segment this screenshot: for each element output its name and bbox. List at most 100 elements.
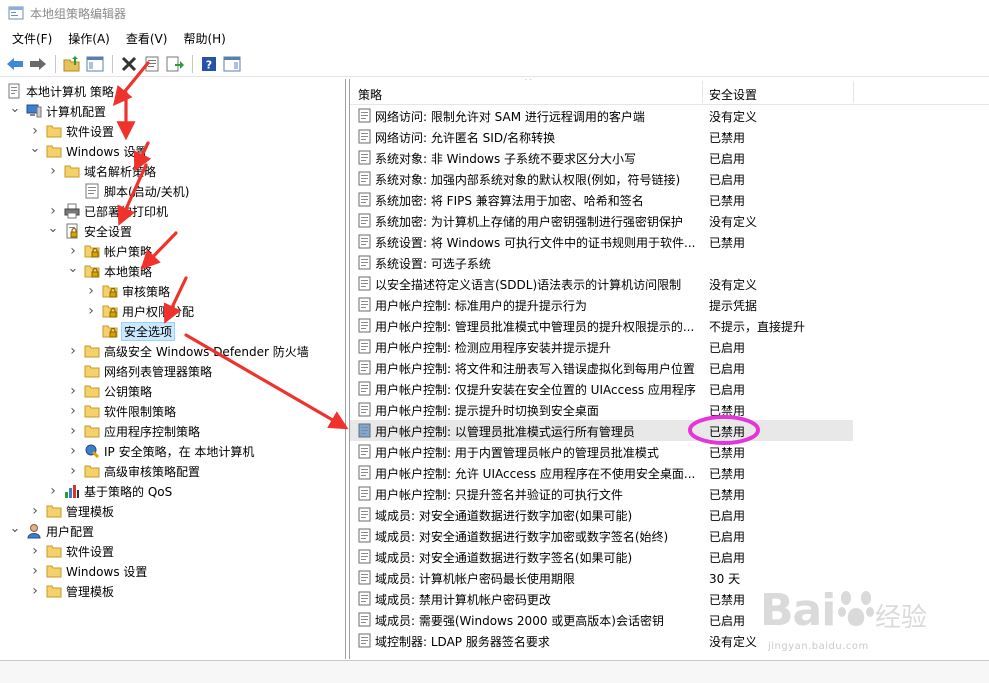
- tree-item[interactable]: › 基于策略的 QoS: [46, 481, 172, 501]
- back-button[interactable]: [4, 53, 26, 75]
- column-divider[interactable]: [702, 81, 703, 103]
- delete-button[interactable]: [118, 53, 140, 75]
- collapsed-chevron-icon[interactable]: ›: [46, 163, 60, 179]
- tree-item[interactable]: ⌄ Windows 设置: [28, 141, 148, 161]
- folder-icon: [46, 545, 62, 558]
- tree-item[interactable]: 本地计算机 策略: [6, 81, 114, 101]
- collapsed-chevron-icon[interactable]: ›: [46, 203, 60, 219]
- collapsed-chevron-icon[interactable]: ›: [28, 543, 42, 559]
- collapsed-chevron-icon[interactable]: ›: [84, 283, 98, 299]
- tree-item-label: 脚本(启动/关机): [104, 184, 190, 199]
- tree-item[interactable]: › 管理模板: [28, 581, 114, 601]
- up-folder-button[interactable]: [61, 53, 83, 75]
- tree-item[interactable]: ⌄ 用户配置: [8, 521, 94, 541]
- tree-item[interactable]: 安全选项: [84, 321, 176, 341]
- expanded-chevron-icon[interactable]: ⌄: [46, 221, 60, 236]
- policy-row[interactable]: 用户帐户控制: 只提升签名并验证的可执行文件 已禁用: [350, 483, 853, 504]
- tree-item[interactable]: › 高级安全 Windows Defender 防火墙: [66, 341, 309, 361]
- policy-row[interactable]: 系统设置: 将 Windows 可执行文件中的证书规则用于软件... 已禁用: [350, 231, 853, 252]
- tree-item-label: 帐户策略: [104, 244, 153, 259]
- collapsed-chevron-icon[interactable]: ›: [46, 483, 60, 499]
- collapsed-chevron-icon[interactable]: ›: [66, 243, 80, 259]
- tree-item[interactable]: › Windows 设置: [28, 561, 147, 581]
- export-list-button[interactable]: [164, 53, 186, 75]
- policy-row[interactable]: 系统加密: 将 FIPS 兼容算法用于加密、哈希和签名 已禁用: [350, 189, 853, 210]
- policy-row[interactable]: 以安全描述符定义语言(SDDL)语法表示的计算机访问限制 没有定义: [350, 273, 853, 294]
- policy-row[interactable]: 网络访问: 允许匿名 SID/名称转换 已禁用: [350, 126, 853, 147]
- policy-row[interactable]: 域成员: 对安全通道数据进行数字签名(如果可能) 已启用: [350, 546, 853, 567]
- policy-name: 网络访问: 允许匿名 SID/名称转换: [375, 131, 556, 145]
- policy-row[interactable]: 用户帐户控制: 仅提升安装在安全位置的 UIAccess 应用程序 已启用: [350, 378, 853, 399]
- collapsed-chevron-icon[interactable]: ›: [66, 443, 80, 459]
- tree-item[interactable]: › 高级审核策略配置: [66, 461, 200, 481]
- tree-item[interactable]: › 已部署的打印机: [46, 201, 168, 221]
- expanded-chevron-icon[interactable]: ⌄: [8, 521, 22, 536]
- policy-row[interactable]: 用户帐户控制: 允许 UIAccess 应用程序在不使用安全桌面... 已禁用: [350, 462, 853, 483]
- policy-row[interactable]: 用户帐户控制: 提示提升时切换到安全桌面 已禁用: [350, 399, 853, 420]
- column-header-setting[interactable]: 安全设置: [709, 86, 757, 103]
- tree-item[interactable]: 网络列表管理器策略: [66, 361, 212, 381]
- policy-row[interactable]: 用户帐户控制: 检测应用程序安装并提示提升 已启用: [350, 336, 853, 357]
- expanded-chevron-icon[interactable]: ⌄: [28, 141, 42, 156]
- tree-item[interactable]: › 管理模板: [28, 501, 114, 521]
- column-divider[interactable]: [853, 81, 854, 103]
- expanded-chevron-icon[interactable]: ⌄: [66, 261, 80, 276]
- policy-row[interactable]: 域成员: 对安全通道数据进行数字加密(如果可能) 已启用: [350, 504, 853, 525]
- policy-name: 系统设置: 将 Windows 可执行文件中的证书规则用于软件...: [375, 236, 696, 250]
- policy-name: 用户帐户控制: 以管理员批准模式运行所有管理员: [375, 425, 635, 439]
- policy-row[interactable]: 系统加密: 为计算机上存储的用户密钥强制进行强密钥保护 没有定义: [350, 210, 853, 231]
- tree-item[interactable]: › 软件设置: [28, 121, 114, 141]
- collapsed-chevron-icon[interactable]: ›: [66, 403, 80, 419]
- folder-icon: [84, 345, 100, 358]
- collapsed-chevron-icon[interactable]: ›: [66, 423, 80, 439]
- show-hide-tree-button[interactable]: [84, 53, 106, 75]
- properties-button[interactable]: [141, 53, 163, 75]
- tree-item[interactable]: › 用户权限分配: [84, 301, 194, 321]
- policy-row[interactable]: 用户帐户控制: 将文件和注册表写入错误虚拟化到每用户位置 已启用: [350, 357, 853, 378]
- status-bar: [0, 660, 989, 683]
- tree-item[interactable]: › 软件设置: [28, 541, 114, 561]
- policy-row[interactable]: 域成员: 对安全通道数据进行数字加密或数字签名(始终) 已启用: [350, 525, 853, 546]
- show-action-pane-button[interactable]: [221, 53, 243, 75]
- tree-item[interactable]: › IP 安全策略，在 本地计算机: [66, 441, 254, 461]
- collapsed-chevron-icon[interactable]: ›: [28, 563, 42, 579]
- tree-item[interactable]: › 公钥策略: [66, 381, 152, 401]
- collapsed-chevron-icon[interactable]: ›: [28, 583, 42, 599]
- policy-row[interactable]: 用户帐户控制: 用于内置管理员帐户的管理员批准模式 已禁用: [350, 441, 853, 462]
- policy-row[interactable]: 系统对象: 非 Windows 子系统不要求区分大小写 已启用: [350, 147, 853, 168]
- menu-view[interactable]: 查看(V): [120, 30, 174, 47]
- tree-item[interactable]: › 域名解析策略: [46, 161, 156, 181]
- policy-row[interactable]: 网络访问: 限制允许对 SAM 进行远程调用的客户端 没有定义: [350, 105, 853, 126]
- collapsed-chevron-icon[interactable]: ›: [28, 123, 42, 139]
- policy-row[interactable]: 用户帐户控制: 以管理员批准模式运行所有管理员 已禁用: [350, 420, 853, 441]
- collapsed-chevron-icon[interactable]: ›: [66, 383, 80, 399]
- tree-item[interactable]: › 审核策略: [84, 281, 170, 301]
- collapsed-chevron-icon[interactable]: ›: [66, 343, 80, 359]
- collapsed-chevron-icon[interactable]: ›: [84, 303, 98, 319]
- collapsed-chevron-icon[interactable]: ›: [28, 503, 42, 519]
- expanded-chevron-icon[interactable]: ⌄: [8, 101, 22, 116]
- sort-caret-icon: ^: [524, 79, 533, 87]
- menu-action[interactable]: 操作(A): [62, 30, 116, 47]
- tree-item[interactable]: › 帐户策略: [66, 241, 152, 261]
- policy-row[interactable]: 用户帐户控制: 管理员批准模式中管理员的提升权限提示的... 不提示，直接提升: [350, 315, 853, 336]
- policy-row[interactable]: 系统对象: 加强内部系统对象的默认权限(例如，符号链接) 已启用: [350, 168, 853, 189]
- menu-file[interactable]: 文件(F): [6, 30, 58, 47]
- tree-item[interactable]: ⌄ 计算机配置: [8, 101, 106, 121]
- tree-item-label: 域名解析策略: [84, 164, 157, 179]
- collapsed-chevron-icon[interactable]: ›: [66, 463, 80, 479]
- policy-row[interactable]: 用户帐户控制: 标准用户的提升提示行为 提示凭据: [350, 294, 853, 315]
- tree-item[interactable]: ⌄ 本地策略: [66, 261, 152, 281]
- column-header-policy[interactable]: 策略: [358, 86, 382, 103]
- help-icon: ?: [202, 56, 216, 71]
- tree-item[interactable]: ⌄ 安全设置: [46, 221, 132, 241]
- help-button[interactable]: ?: [198, 53, 220, 75]
- policy-row[interactable]: 系统设置: 可选子系统: [350, 252, 853, 273]
- tree-item[interactable]: › 应用程序控制策略: [66, 421, 200, 441]
- tree-item[interactable]: 脚本(启动/关机): [66, 181, 189, 201]
- menu-help[interactable]: 帮助(H): [177, 30, 231, 47]
- folder-icon: [46, 125, 62, 138]
- tree-item[interactable]: › 软件限制策略: [66, 401, 176, 421]
- forward-button[interactable]: [27, 53, 49, 75]
